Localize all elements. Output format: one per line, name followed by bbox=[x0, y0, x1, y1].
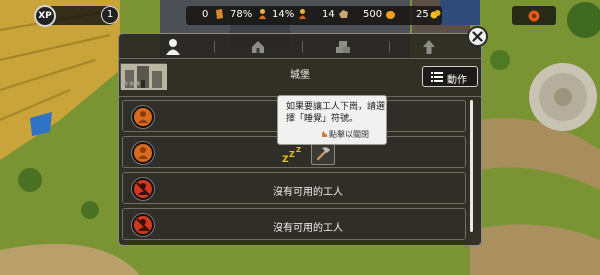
building-title: 城堡 bbox=[290, 70, 310, 81]
svg-text:Z: Z bbox=[296, 146, 301, 154]
level-badge[interactable]: 1 bbox=[101, 6, 119, 24]
pickaxe-icon bbox=[317, 147, 330, 160]
arrow-up-icon[interactable] bbox=[419, 37, 439, 57]
worker-icon bbox=[131, 141, 155, 165]
svg-text:Z: Z bbox=[289, 150, 295, 159]
close-button[interactable] bbox=[467, 26, 488, 47]
stone-icon bbox=[339, 10, 348, 18]
tab-divider bbox=[214, 41, 215, 53]
dialog-tabs bbox=[119, 34, 481, 59]
villager-icon bbox=[259, 9, 266, 19]
wood-count: 0 bbox=[202, 9, 209, 20]
svg-text:Z: Z bbox=[282, 155, 289, 165]
food-icon bbox=[386, 11, 395, 19]
gold-icon bbox=[430, 10, 441, 19]
happiness-value: 78% bbox=[230, 9, 253, 20]
sleep-icon[interactable]: Z Z Z bbox=[281, 143, 305, 165]
tooltip-close-label: 點擊以關閉 bbox=[329, 130, 369, 139]
villager-icon bbox=[299, 9, 306, 19]
gold-count: 25 bbox=[416, 9, 429, 20]
xp-badge[interactable]: XP bbox=[34, 5, 56, 27]
no-worker-icon bbox=[131, 177, 155, 201]
house-icon[interactable] bbox=[248, 37, 268, 57]
no-worker-icon bbox=[131, 213, 155, 237]
tooltip-text: 如果要讓工人下崗，請選擇「睡覺」符號。 bbox=[286, 102, 386, 124]
stone-count: 14 bbox=[322, 9, 335, 20]
actions-button-label: 動作 bbox=[447, 75, 467, 86]
person-icon[interactable] bbox=[163, 37, 183, 57]
tax-value: 14% bbox=[272, 9, 295, 20]
tab-divider bbox=[389, 41, 390, 53]
no-worker-text: 沒有可用的工人 bbox=[273, 187, 343, 198]
list-scrollbar[interactable] bbox=[470, 100, 473, 232]
menu-icon[interactable] bbox=[528, 10, 540, 22]
tab-divider bbox=[302, 41, 303, 53]
list-icon bbox=[431, 72, 443, 82]
crate-icon[interactable] bbox=[333, 37, 353, 57]
no-worker-text: 沒有可用的工人 bbox=[273, 223, 343, 234]
sleep-tooltip[interactable]: 如果要讓工人下崗，請選擇「睡覺」符號。 點擊以關閉 bbox=[277, 95, 387, 145]
unavailable-worker-row: 沒有可用的工人 bbox=[122, 172, 466, 204]
unavailable-worker-row: 沒有可用的工人 bbox=[122, 208, 466, 240]
close-icon bbox=[472, 31, 483, 42]
tap-icon bbox=[322, 131, 327, 137]
food-count: 500 bbox=[363, 9, 383, 20]
tooltip-close-hint[interactable]: 點擊以關閉 bbox=[322, 129, 369, 140]
actions-button[interactable]: 動作 bbox=[422, 66, 478, 87]
worker-icon bbox=[131, 105, 155, 129]
wood-icon bbox=[216, 9, 223, 19]
building-star-rating: ★★★ bbox=[122, 79, 141, 88]
